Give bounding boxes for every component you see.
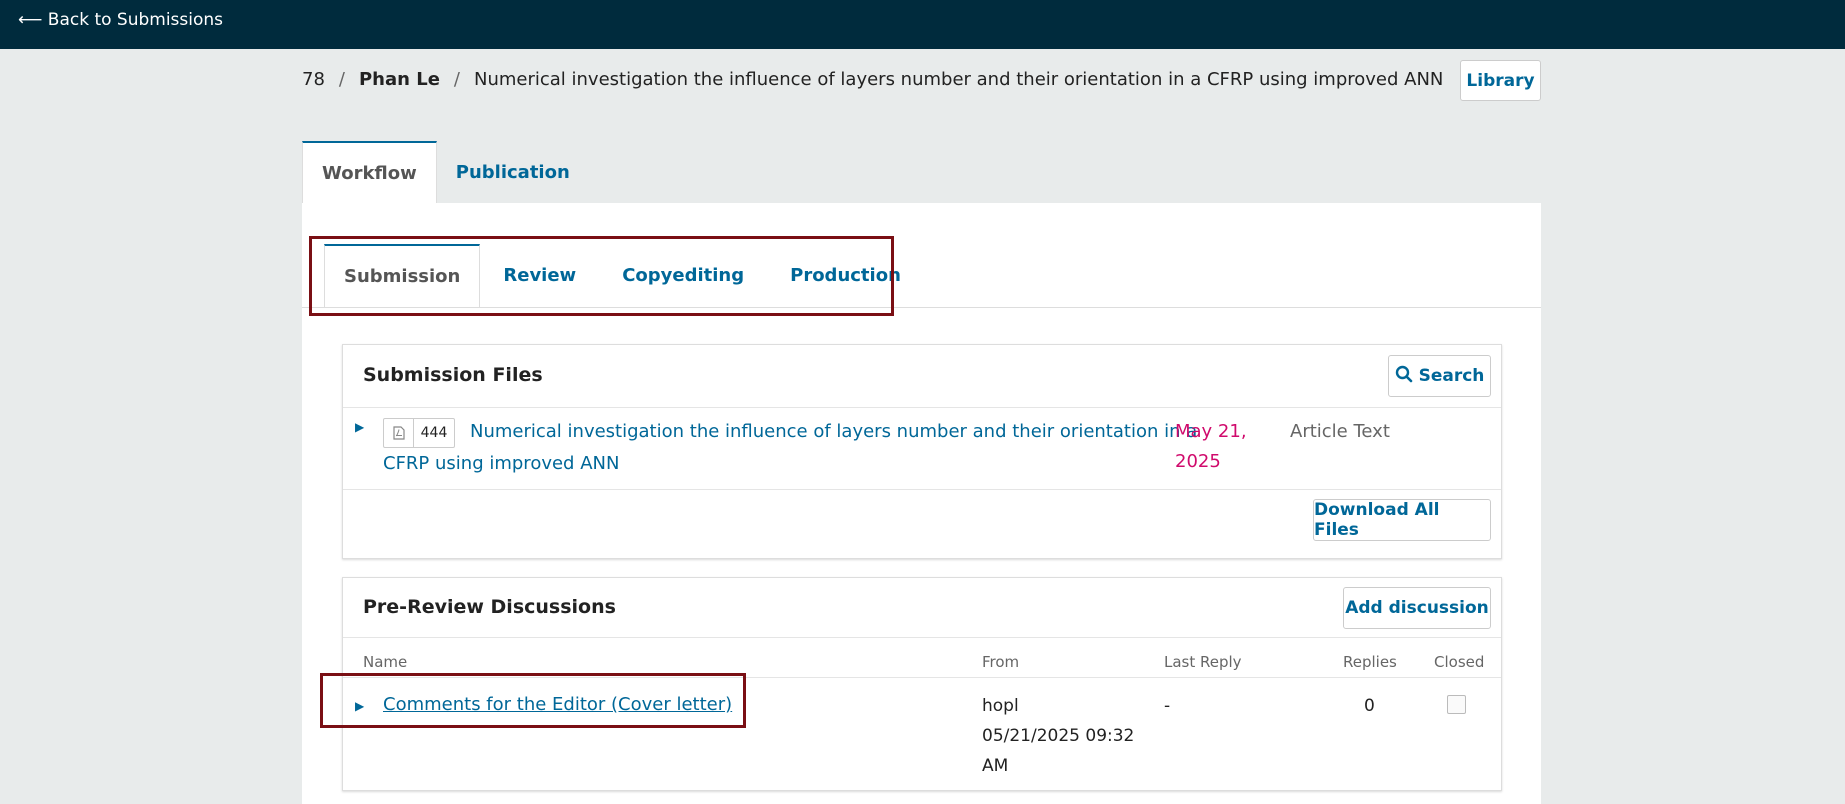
expand-row-icon[interactable]: ▶	[355, 420, 364, 434]
submission-id: 78	[302, 69, 325, 90]
back-to-submissions-link[interactable]: ⟵ Back to Submissions	[18, 10, 223, 30]
submission-files-card: Submission Files Search ▶ 444 Numerical …	[342, 344, 1502, 559]
breadcrumb-separator: /	[453, 69, 460, 90]
column-header-from: From	[982, 653, 1020, 671]
file-badge: 444	[383, 418, 455, 448]
download-all-files-button[interactable]: Download All Files	[1313, 499, 1491, 541]
file-name-link[interactable]: Numerical investigation the influence of…	[470, 416, 1197, 447]
divider	[343, 489, 1501, 490]
search-label: Search	[1418, 366, 1485, 386]
discussion-closed-checkbox[interactable]	[1447, 695, 1466, 714]
file-date: May 21,	[1175, 421, 1247, 442]
submission-files-title: Submission Files	[363, 364, 543, 386]
search-files-button[interactable]: Search	[1388, 355, 1491, 397]
divider	[343, 407, 1501, 408]
file-type: Article Text	[1290, 421, 1390, 442]
discussion-from-time: AM	[982, 756, 1009, 776]
discussions-title: Pre-Review Discussions	[363, 596, 616, 618]
submission-title: Numerical investigation the influence of…	[473, 69, 1444, 90]
add-discussion-button[interactable]: Add discussion	[1343, 587, 1491, 629]
pdf-file-icon	[384, 419, 414, 447]
main-tabs: Workflow Publication	[302, 141, 589, 204]
file-date: 2025	[1175, 451, 1221, 472]
column-header-replies: Replies	[1343, 653, 1397, 671]
tab-publication[interactable]: Publication	[437, 141, 589, 204]
column-header-closed: Closed	[1434, 653, 1485, 671]
tab-workflow[interactable]: Workflow	[302, 141, 437, 204]
library-button[interactable]: Library	[1460, 60, 1541, 101]
discussion-from-user: hopl	[982, 696, 1019, 716]
search-icon	[1395, 365, 1413, 388]
discussion-highlight	[320, 673, 746, 728]
column-header-last-reply: Last Reply	[1164, 653, 1242, 671]
breadcrumb: 78 / Phan Le / Numerical investigation the i…	[302, 69, 1443, 90]
column-header-name: Name	[363, 653, 408, 671]
top-bar: ⟵ Back to Submissions	[0, 0, 1845, 49]
divider	[343, 637, 1501, 638]
discussion-from-date: 05/21/2025 09:32	[982, 726, 1135, 746]
breadcrumb-separator: /	[338, 69, 345, 90]
discussion-last-reply: -	[1164, 696, 1171, 716]
submission-author: Phan Le	[358, 69, 440, 90]
file-name-link[interactable]: CFRP using improved ANN	[383, 448, 619, 479]
workflow-panel: Submission Review Copyediting Production…	[302, 203, 1541, 804]
discussion-replies: 0	[1364, 696, 1375, 716]
stage-tabs-highlight	[309, 236, 894, 316]
file-id: 444	[420, 425, 448, 441]
